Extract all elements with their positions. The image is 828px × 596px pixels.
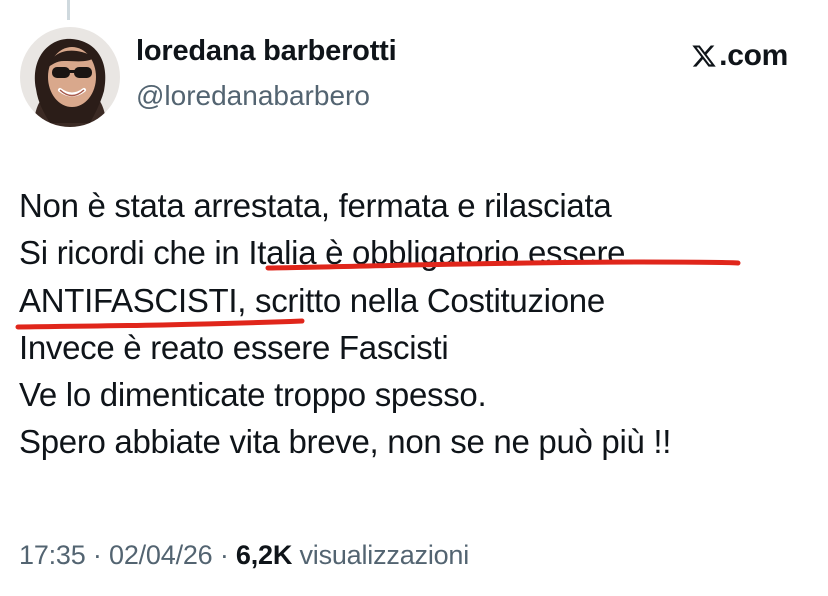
tweet-line: Si ricordi che in Italia è obbligatorio … — [19, 234, 626, 272]
meta-separator: · — [92, 540, 102, 570]
tweet-time[interactable]: 17:35 — [19, 540, 86, 570]
tweet-line: Ve lo dimenticate troppo spesso. — [19, 376, 487, 414]
brand-domain-label: .com — [719, 39, 788, 72]
meta-separator: · — [219, 540, 229, 570]
thread-connector-line — [67, 0, 70, 20]
tweet-text: Non è stata arrestata, fermata e rilasci… — [19, 186, 819, 470]
x-logo-icon — [692, 45, 716, 67]
profile-photo-avatar — [20, 27, 120, 127]
author-avatar[interactable] — [20, 27, 120, 127]
author-name[interactable]: loredana barberotti — [136, 35, 397, 68]
brand-watermark: .com — [691, 38, 788, 74]
tweet-line: Spero abbiate vita breve, non se ne può … — [19, 423, 672, 461]
tweet-date[interactable]: 02/04/26 — [109, 540, 213, 570]
tweet-line: ANTIFASCISTI, scritto nella Costituzione — [19, 281, 605, 319]
tweet-line: Invece è reato essere Fascisti — [19, 328, 449, 366]
tweet-metadata: 17:35 · 02/04/26 · 6,2K visualizzazioni — [19, 540, 469, 571]
views-count[interactable]: 6,2K — [236, 540, 292, 570]
views-label[interactable]: visualizzazioni — [299, 540, 469, 570]
tweet-line: Non è stata arrestata, fermata e rilasci… — [19, 187, 612, 224]
author-handle[interactable]: @loredanabarbero — [136, 80, 370, 112]
